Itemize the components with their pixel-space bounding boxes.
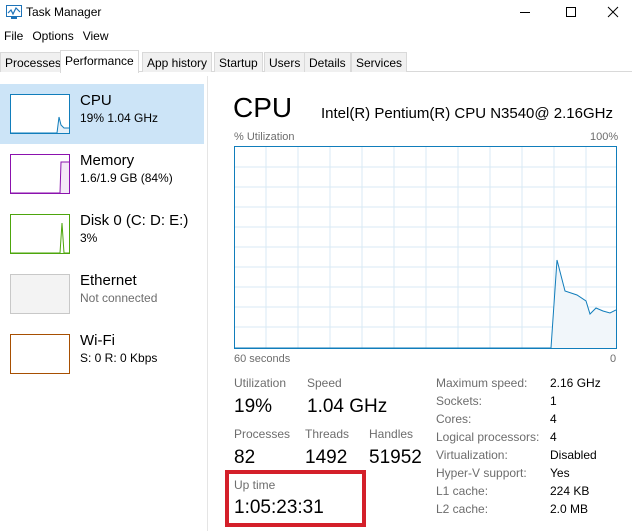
close-icon [607,6,619,18]
threads-value: 1492 [305,447,348,468]
spec-key: Virtualization: [436,448,508,462]
processes-label: Processes [234,427,291,441]
handles-label: Handles [369,427,414,441]
sidebar-item-subtitle: 3% [80,231,98,245]
sidebar-item-subtitle: 19% 1.04 GHz [80,111,159,125]
utilization-value: 19% [234,396,273,417]
spec-value: 2.16 GHz [550,376,601,390]
spec-key: L2 cache: [436,502,489,516]
sidebar-item-disk[interactable]: Disk 0 (C: D: E:) 3% [0,204,204,264]
spec-value: 2.0 MB [550,502,589,516]
speed-label: Speed [307,376,342,390]
close-button[interactable] [594,0,632,24]
tab-app-history[interactable]: App history [142,52,213,72]
spec-key: Maximum speed: [436,376,528,390]
cpu-model-name: Intel(R) Pentium(R) CPU N3540@ 2.16GHz [321,105,613,122]
spec-value: 1 [550,394,557,408]
sidebar-item-title: Disk 0 (C: D: E:) [80,212,189,229]
cpu-mini-chart [11,116,69,133]
sidebar-item-subtitle: 1.6/1.9 GB (84%) [80,171,173,185]
cpu-thumbnail-graph [10,94,70,134]
spec-value: 4 [550,412,557,426]
graph-x-min-label: 0 [610,353,617,365]
disk-mini-chart [11,222,69,253]
uptime-highlight-box [225,470,366,527]
sidebar-item-subtitle: S: 0 R: 0 Kbps [80,351,158,365]
spec-key: Sockets: [436,394,483,408]
graph-x-axis-label: 60 seconds [234,353,291,365]
tab-processes[interactable]: Processes [0,52,67,72]
menu-bar: File Options View [0,27,114,47]
cpu-utilization-chart [235,147,617,349]
threads-label: Threads [305,427,350,441]
sidebar-item-cpu[interactable]: CPU 19% 1.04 GHz [0,84,204,144]
spec-key: Logical processors: [436,430,540,444]
title-bar: Task Manager [0,0,632,26]
tab-services[interactable]: Services [351,52,408,72]
maximize-button[interactable] [548,0,594,24]
spec-value: 224 KB [550,484,590,498]
graph-y-max-label: 100% [590,131,619,143]
spec-key: L1 cache: [436,484,489,498]
sidebar-item-title: Memory [80,152,135,169]
tab-strip: Processes Performance App history Startu… [0,50,632,73]
ethernet-thumbnail-graph [10,274,70,314]
sidebar-item-title: CPU [80,92,112,109]
menu-file[interactable]: File [0,27,28,47]
disk-thumbnail-graph [10,214,70,254]
task-manager-icon [6,5,22,19]
spec-value: Disabled [550,448,597,462]
spec-key: Cores: [436,412,472,426]
sidebar-item-subtitle: Not connected [80,291,158,305]
minimize-icon [520,12,530,13]
resource-sidebar: CPU 19% 1.04 GHz Memory 1.6/1.9 GB (84%)… [0,76,208,531]
tab-details[interactable]: Details [304,52,351,72]
page-title: CPU [233,92,293,123]
memory-thumbnail-graph [10,154,70,194]
memory-mini-chart [11,161,69,193]
tab-startup[interactable]: Startup [214,52,263,72]
spec-value: 4 [550,430,557,444]
utilization-label: Utilization [234,376,287,390]
graph-y-axis-label: % Utilization [234,131,295,143]
processes-value: 82 [234,447,256,468]
minimize-button[interactable] [502,0,548,24]
menu-options[interactable]: Options [28,27,78,47]
spec-key: Hyper-V support: [436,466,527,480]
cpu-utilization-graph [234,146,617,349]
maximize-icon [566,7,576,17]
sidebar-item-ethernet[interactable]: Ethernet Not connected [0,264,204,324]
sidebar-item-title: Wi-Fi [80,332,115,349]
menu-view[interactable]: View [79,27,114,47]
handles-value: 51952 [369,447,422,468]
sidebar-item-memory[interactable]: Memory 1.6/1.9 GB (84%) [0,144,204,204]
wifi-thumbnail-graph [10,334,70,374]
speed-value: 1.04 GHz [307,396,388,417]
tab-users[interactable]: Users [264,52,306,72]
sidebar-item-title: Ethernet [80,272,137,289]
tab-performance[interactable]: Performance [60,50,139,73]
window-title: Task Manager [26,5,102,19]
spec-value: Yes [550,466,570,480]
sidebar-item-wifi[interactable]: Wi-Fi S: 0 R: 0 Kbps [0,324,204,384]
